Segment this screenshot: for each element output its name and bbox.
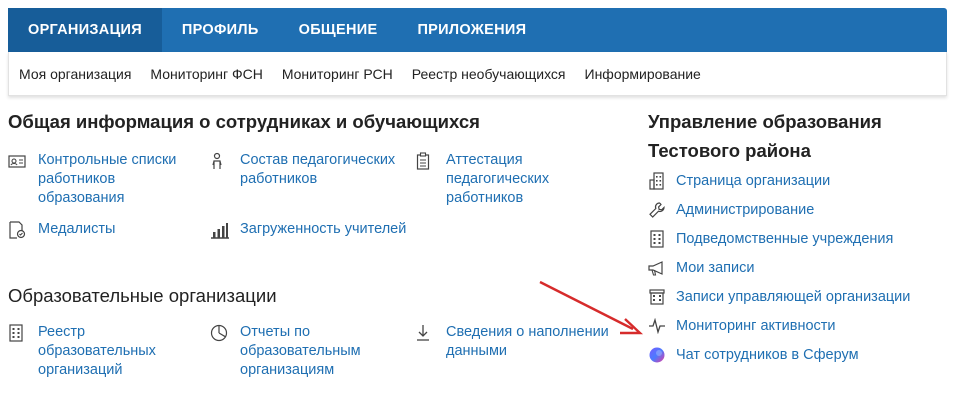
link-subordinate-institutions[interactable]: Подведомственные учреждения — [648, 230, 893, 248]
person-icon — [210, 152, 232, 170]
link-label: Контрольные списки работников образовани… — [38, 152, 177, 206]
link-medalists[interactable]: Медалисты — [8, 220, 198, 239]
link-attestation[interactable]: Аттестация педагогических работников — [416, 151, 586, 208]
sferum-icon — [648, 346, 666, 364]
annotation-arrow — [539, 280, 644, 335]
bank-icon — [648, 288, 666, 306]
management-title-line1: Управление образования — [648, 111, 882, 132]
tab-organization[interactable]: ОРГАНИЗАЦИЯ — [8, 8, 162, 52]
section-title-educational-orgs: Образовательные организации — [8, 285, 277, 306]
link-label: Записи управляющей организации — [676, 289, 911, 305]
download-icon — [416, 324, 438, 342]
subnav-non-students-registry[interactable]: Реестр необучающихся — [412, 66, 566, 82]
link-label: Подведомственные учреждения — [676, 231, 894, 247]
link-label: Отчеты по образовательным организациям — [240, 324, 361, 378]
sub-navigation: Моя организация Мониторинг ФСН Мониторин… — [8, 52, 947, 96]
link-label: Мои записи — [676, 260, 755, 276]
link-label: Аттестация педагогических работников — [446, 152, 550, 206]
top-navigation: ОРГАНИЗАЦИЯ ПРОФИЛЬ ОБЩЕНИЕ ПРИЛОЖЕНИЯ — [8, 8, 947, 52]
link-label: Реестр образовательных организаций — [38, 324, 156, 378]
link-teaching-staff[interactable]: Состав педагогических работников — [210, 151, 410, 189]
link-label: Страница организации — [676, 173, 831, 189]
section-title-staff-info: Общая информация о сотрудниках и обучающ… — [8, 111, 480, 132]
link-sferum-chat[interactable]: Чат сотрудников в Сферум — [648, 346, 859, 364]
pulse-icon — [648, 317, 666, 335]
bar-chart-icon — [210, 221, 232, 239]
link-orgs-registry[interactable]: Реестр образовательных организаций — [8, 323, 198, 380]
office-icon — [648, 172, 666, 190]
link-label: Состав педагогических работников — [240, 152, 396, 187]
link-organization-page[interactable]: Страница организации — [648, 172, 830, 190]
medal-document-icon — [8, 221, 30, 239]
link-label: Загруженность учителей — [240, 221, 407, 237]
link-managing-org-posts[interactable]: Записи управляющей организации — [648, 288, 910, 306]
wrench-icon — [648, 201, 666, 219]
building-icon — [8, 324, 30, 342]
link-teacher-workload[interactable]: Загруженность учителей — [210, 220, 410, 239]
clipboard-icon — [416, 152, 438, 170]
link-label: Медалисты — [38, 221, 116, 237]
subnav-my-organization[interactable]: Моя организация — [19, 66, 131, 82]
subnav-informing[interactable]: Информирование — [585, 66, 701, 82]
link-control-lists[interactable]: Контрольные списки работников образовани… — [8, 151, 198, 208]
link-label: Чат сотрудников в Сферум — [676, 347, 859, 363]
link-label: Администрирование — [676, 202, 815, 218]
link-administration[interactable]: Администрирование — [648, 201, 814, 219]
pie-chart-icon — [210, 324, 232, 342]
tab-applications[interactable]: ПРИЛОЖЕНИЯ — [397, 8, 546, 52]
link-label: Мониторинг активности — [676, 318, 836, 334]
management-title-line2: Тестового района — [648, 140, 811, 161]
tab-profile[interactable]: ПРОФИЛЬ — [162, 8, 279, 52]
section-title-management: Управление образования Тестового района — [648, 110, 882, 163]
id-card-icon — [8, 152, 30, 170]
link-my-posts[interactable]: Мои записи — [648, 259, 754, 277]
link-activity-monitoring[interactable]: Мониторинг активности — [648, 317, 836, 335]
link-orgs-reports[interactable]: Отчеты по образовательным организациям — [210, 323, 410, 380]
building-icon — [648, 230, 666, 248]
tab-communication[interactable]: ОБЩЕНИЕ — [279, 8, 398, 52]
megaphone-icon — [648, 259, 666, 277]
subnav-monitoring-rsn[interactable]: Мониторинг РСН — [282, 66, 393, 82]
subnav-monitoring-fsn[interactable]: Мониторинг ФСН — [150, 66, 262, 82]
